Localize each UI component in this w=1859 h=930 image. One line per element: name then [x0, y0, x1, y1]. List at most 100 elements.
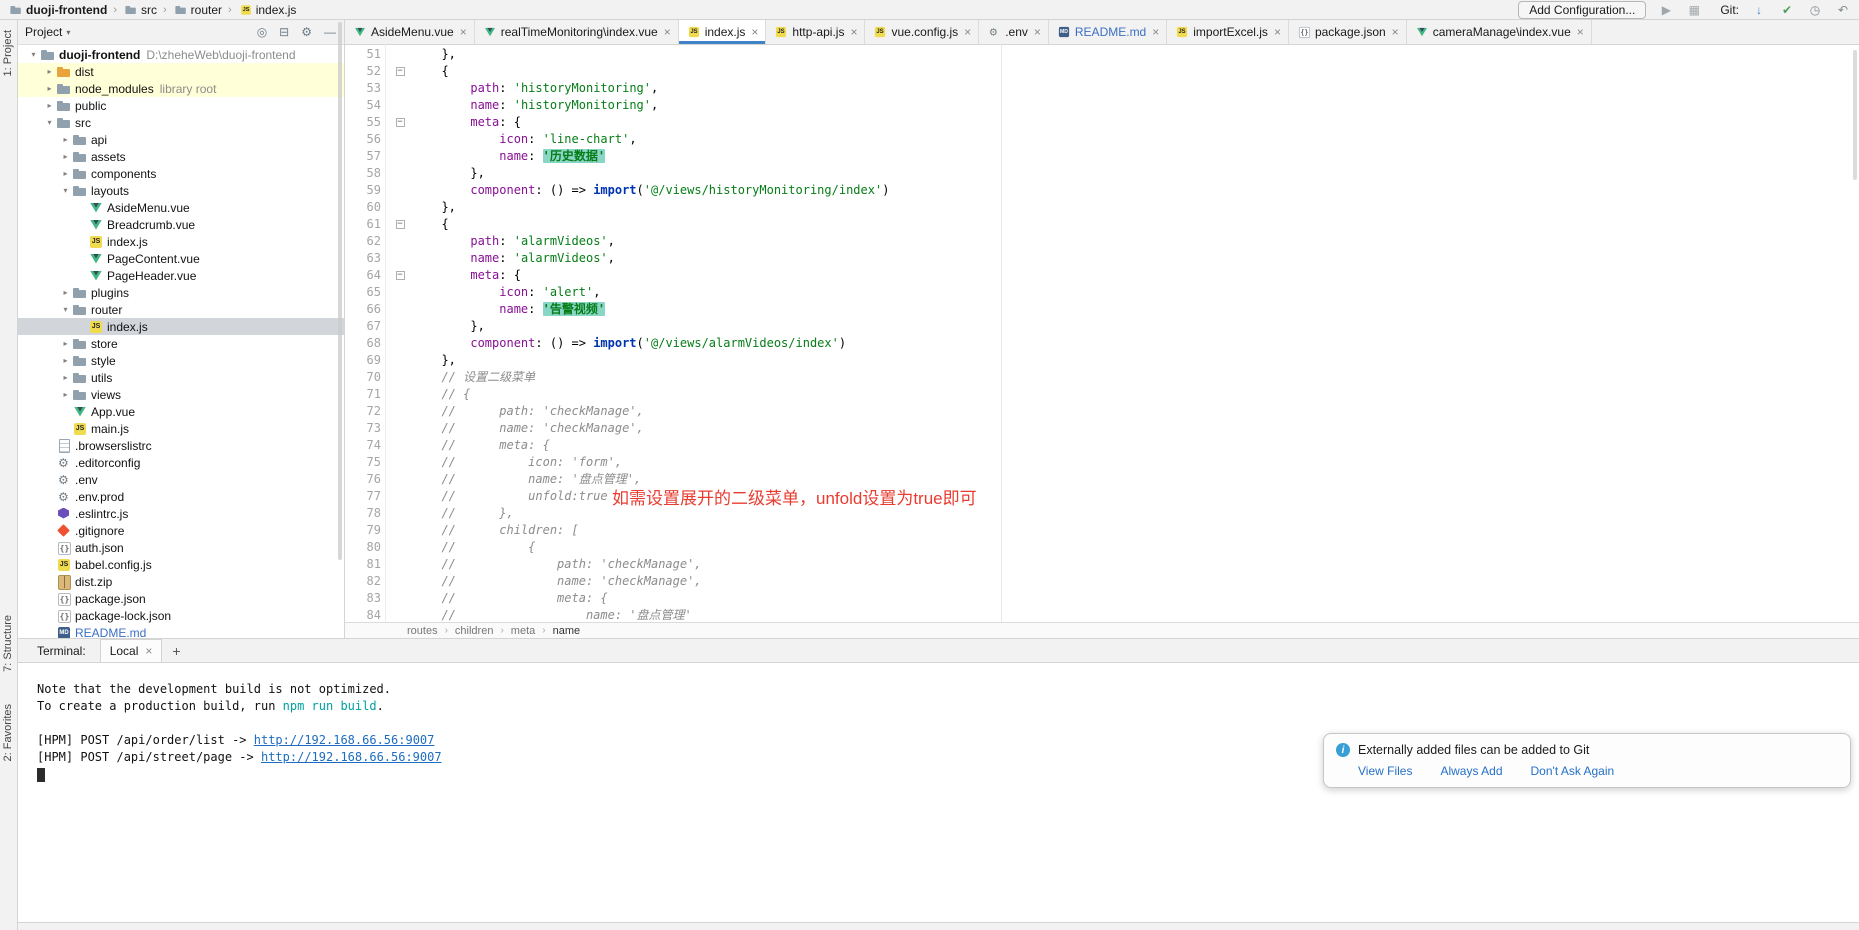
terminal-horizontal-scrollbar[interactable] [17, 922, 1859, 930]
code-line[interactable]: 66 name: '告警视频' [345, 301, 1859, 318]
tree-item-duoji-frontend[interactable]: ▾duoji-frontendD:\zheheWeb\duoji-fronten… [17, 46, 344, 63]
tab-cameramanage-index-vue[interactable]: cameraManage\index.vue× [1407, 20, 1592, 44]
editor-breadcrumb-routes[interactable]: routes [407, 625, 438, 637]
code-line[interactable]: 77 // unfold:true [345, 488, 1859, 505]
tab-package-json[interactable]: package.json× [1289, 20, 1407, 44]
tree-item-node-modules[interactable]: ▸node_moduleslibrary root [17, 80, 344, 97]
editor-breadcrumb-children[interactable]: children [455, 625, 494, 637]
tree-item-env[interactable]: .env [17, 471, 344, 488]
tree-item-public[interactable]: ▸public [17, 97, 344, 114]
tool-window-button-structure[interactable]: 7: Structure [2, 615, 14, 672]
code-line[interactable]: 81 // path: 'checkManage', [345, 556, 1859, 573]
tree-item-editorconfig[interactable]: .editorconfig [17, 454, 344, 471]
code-editor[interactable]: 51 },52− {53 path: 'historyMonitoring',5… [345, 44, 1859, 622]
collapse-all-icon[interactable]: ⊟ [279, 25, 289, 39]
breadcrumb-item-src[interactable]: src [123, 2, 157, 18]
new-terminal-button[interactable]: + [172, 643, 180, 659]
code-line[interactable]: 61− { [345, 216, 1859, 233]
fold-icon[interactable]: − [389, 114, 411, 131]
profiler-icon[interactable]: ▦ [1686, 3, 1702, 17]
code-line[interactable]: 64− meta: { [345, 267, 1859, 284]
chevron-down-icon[interactable]: ▾ [43, 118, 56, 127]
tree-item-babel-config-js[interactable]: babel.config.js [17, 556, 344, 573]
view-files-link[interactable]: View Files [1358, 764, 1412, 778]
code-line[interactable]: 62 path: 'alarmVideos', [345, 233, 1859, 250]
chevron-right-icon[interactable]: ▸ [43, 84, 56, 93]
tab-vue-config-js[interactable]: vue.config.js× [865, 20, 979, 44]
breadcrumb-item-duoji-frontend[interactable]: duoji-frontend [8, 2, 107, 18]
code-line[interactable]: 56 icon: 'line-chart', [345, 131, 1859, 148]
tree-item-pageheader-vue[interactable]: PageHeader.vue [17, 267, 344, 284]
code-line[interactable]: 73 // name: 'checkManage', [345, 420, 1859, 437]
close-icon[interactable]: × [751, 26, 758, 38]
chevron-down-icon[interactable]: ▾ [59, 305, 72, 314]
chevron-right-icon[interactable]: ▸ [43, 67, 56, 76]
tree-item-src[interactable]: ▾src [17, 114, 344, 131]
code-line[interactable]: 63 name: 'alarmVideos', [345, 250, 1859, 267]
breadcrumb-item-index-js[interactable]: index.js [238, 2, 297, 18]
code-line[interactable]: 54 name: 'historyMonitoring', [345, 97, 1859, 114]
project-view-dropdown[interactable]: Project ▾ [25, 25, 70, 39]
run-icon[interactable]: ▶ [1658, 3, 1674, 17]
tree-item-main-js[interactable]: main.js [17, 420, 344, 437]
tab-asidemenu-vue[interactable]: AsideMenu.vue× [345, 20, 475, 44]
code-line[interactable]: 70 // 设置二级菜单 [345, 369, 1859, 386]
close-icon[interactable]: × [964, 26, 971, 38]
tree-item-package-json[interactable]: package.json [17, 590, 344, 607]
tree-item-dist-zip[interactable]: dist.zip [17, 573, 344, 590]
code-line[interactable]: 76 // name: '盘点管理', [345, 471, 1859, 488]
tree-item-app-vue[interactable]: App.vue [17, 403, 344, 420]
tree-item-index-js[interactable]: index.js [17, 233, 344, 250]
editor-breadcrumb-meta[interactable]: meta [511, 625, 535, 637]
close-icon[interactable]: × [1577, 26, 1584, 38]
close-icon[interactable]: × [1034, 26, 1041, 38]
close-icon[interactable]: × [1274, 26, 1281, 38]
tree-item-dist[interactable]: ▸dist [17, 63, 344, 80]
code-line[interactable]: 69 }, [345, 352, 1859, 369]
code-line[interactable]: 52− { [345, 63, 1859, 80]
code-line[interactable]: 72 // path: 'checkManage', [345, 403, 1859, 420]
tree-item-style[interactable]: ▸style [17, 352, 344, 369]
code-line[interactable]: 51 }, [345, 46, 1859, 63]
tool-window-button-favorites[interactable]: 2: Favorites [2, 704, 14, 761]
code-line[interactable]: 55− meta: { [345, 114, 1859, 131]
tree-item-layouts[interactable]: ▾layouts [17, 182, 344, 199]
close-icon[interactable]: × [145, 644, 152, 658]
always-add-link[interactable]: Always Add [1440, 764, 1502, 778]
fold-icon[interactable]: − [389, 216, 411, 233]
tree-item-breadcrumb-vue[interactable]: Breadcrumb.vue [17, 216, 344, 233]
tree-item-package-lock-json[interactable]: package-lock.json [17, 607, 344, 624]
tree-item-env-prod[interactable]: .env.prod [17, 488, 344, 505]
tree-item-store[interactable]: ▸store [17, 335, 344, 352]
git-commit-icon[interactable]: ✔ [1779, 3, 1795, 17]
code-line[interactable]: 57 name: '历史数据' [345, 148, 1859, 165]
tree-item-router[interactable]: ▾router [17, 301, 344, 318]
project-tree-scrollbar[interactable] [338, 22, 342, 560]
tree-item-index-js[interactable]: index.js [17, 318, 344, 335]
git-update-icon[interactable]: ↓ [1751, 3, 1767, 17]
editor-scrollbar[interactable] [1853, 50, 1857, 180]
code-line[interactable]: 60 }, [345, 199, 1859, 216]
tree-item-api[interactable]: ▸api [17, 131, 344, 148]
code-line[interactable]: 83 // meta: { [345, 590, 1859, 607]
code-line[interactable]: 58 }, [345, 165, 1859, 182]
tree-item-gitignore[interactable]: .gitignore [17, 522, 344, 539]
code-line[interactable]: 53 path: 'historyMonitoring', [345, 80, 1859, 97]
code-line[interactable]: 65 icon: 'alert', [345, 284, 1859, 301]
fold-icon[interactable]: − [389, 267, 411, 284]
chevron-right-icon[interactable]: ▸ [59, 288, 72, 297]
tab-readme-md[interactable]: README.md× [1049, 20, 1167, 44]
chevron-right-icon[interactable]: ▸ [59, 152, 72, 161]
tree-item-readme-md[interactable]: README.md [17, 624, 344, 638]
code-line[interactable]: 75 // icon: 'form', [345, 454, 1859, 471]
close-icon[interactable]: × [1152, 26, 1159, 38]
tree-item-auth-json[interactable]: auth.json [17, 539, 344, 556]
tool-window-button-project[interactable]: 1: Project [2, 30, 14, 76]
chevron-right-icon[interactable]: ▸ [43, 101, 56, 110]
close-icon[interactable]: × [1392, 26, 1399, 38]
close-icon[interactable]: × [850, 26, 857, 38]
tab-http-api-js[interactable]: http-api.js× [766, 20, 865, 44]
code-line[interactable]: 68 component: () => import('@/views/alar… [345, 335, 1859, 352]
tree-item-components[interactable]: ▸components [17, 165, 344, 182]
chevron-down-icon[interactable]: ▾ [27, 50, 40, 59]
